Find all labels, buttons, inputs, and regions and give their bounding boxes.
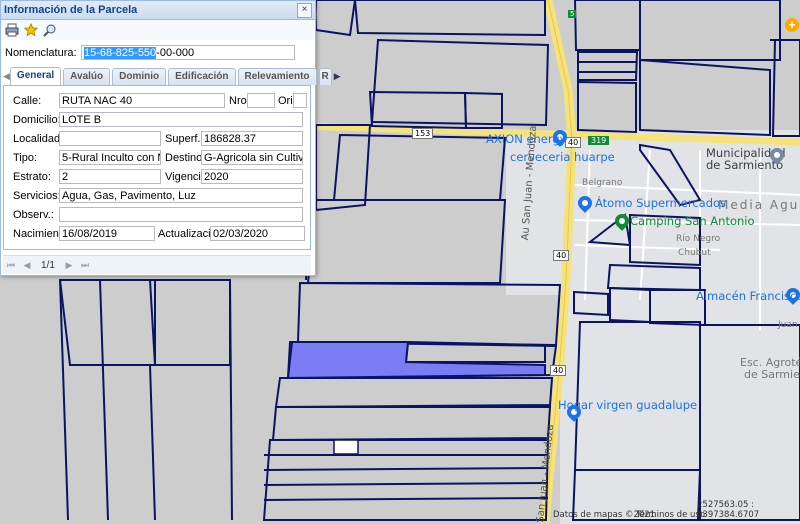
calle-field[interactable]: RUTA NAC 40 [59, 93, 225, 108]
vigencia-label: Vigencia [165, 170, 207, 183]
localidad-label: Localidad: [13, 132, 64, 145]
destino-field[interactable]: G-Agricola sin Cultivo [201, 150, 303, 165]
tab-dominio[interactable]: Dominio [112, 68, 167, 85]
window-toolbar [1, 20, 315, 40]
tab-relevamiento[interactable]: Relevamiento [237, 68, 317, 85]
route-40-shield-b: 40 [550, 365, 567, 376]
poi-almacen[interactable]: Almacén Francisco [696, 289, 800, 303]
poi-esc-2[interactable]: de Sarmien [744, 368, 800, 381]
nomenclatura-selection: 15-68-825-550 [84, 47, 157, 59]
map-terms-link[interactable]: Términos de uso [636, 510, 705, 520]
route-319-shield: 319 [588, 136, 610, 145]
nacimiento-label: Nacimiento: [13, 227, 72, 240]
superf-field[interactable]: 186828.37 [201, 131, 303, 146]
nro-label: Nro [229, 94, 247, 107]
first-page-icon[interactable]: ⏮ [3, 257, 19, 273]
tipo-field[interactable]: 5-Rural Inculto con Mejoras [59, 150, 161, 165]
nacimiento-field[interactable]: 16/08/2019 [59, 226, 155, 241]
estrato-field[interactable]: 2 [59, 169, 161, 184]
street-rio-negro: Río Negro [676, 234, 721, 244]
poi-hogar[interactable]: Hogar virgen guadalupe [558, 398, 697, 412]
street-juan: Juan X [778, 320, 800, 330]
route-top-shield: 5 [568, 10, 577, 18]
tab-scroll-left-icon[interactable]: ◀ [3, 68, 10, 85]
observ-field[interactable] [59, 207, 303, 222]
tipo-label: Tipo: [13, 151, 38, 164]
prev-page-icon[interactable]: ◀ [19, 257, 35, 273]
nomenclatura-rest: -00-000 [156, 47, 195, 59]
small-parcel [333, 439, 359, 455]
street-belgrano: Belgrano [582, 178, 623, 188]
vigencia-field[interactable]: 2020 [201, 169, 303, 184]
route-153-shield: 153 [412, 128, 434, 139]
tab-r[interactable]: R [318, 68, 332, 85]
print-icon[interactable] [4, 22, 20, 38]
domicilio-label: Domicilio: [13, 113, 61, 126]
tab-scroll-right-icon[interactable]: ▶ [334, 68, 341, 85]
window-title: Información de la Parcela [4, 4, 138, 16]
actualizacion-label: Actualización [158, 227, 223, 240]
next-page-icon[interactable]: ▶ [61, 257, 77, 273]
actualizacion-field[interactable]: 02/03/2020 [210, 226, 305, 241]
route-40-shield-c: 40 [553, 250, 570, 261]
town-name: Media Agua [718, 198, 800, 212]
nomenclatura-label: Nomenclatura: [5, 46, 77, 59]
zoom-icon[interactable] [42, 22, 58, 38]
ori-field[interactable] [293, 93, 307, 108]
star-icon[interactable] [23, 22, 39, 38]
observ-label: Observ.: [13, 208, 54, 221]
close-button[interactable]: × [297, 2, 312, 18]
map-add-button[interactable]: + [785, 18, 799, 32]
tab-general[interactable]: General [9, 67, 62, 85]
localidad-field[interactable] [59, 131, 161, 146]
superf-label: Superf. [165, 132, 201, 145]
poi-atomo[interactable]: Átomo Supermercados [595, 196, 726, 210]
domicilio-field[interactable]: LOTE B [59, 112, 303, 127]
parcel-info-window[interactable]: Información de la Parcela × Nomenclatura… [0, 0, 341, 276]
window-titlebar[interactable]: Información de la Parcela × [1, 1, 315, 20]
servicios-field[interactable]: Agua, Gas, Pavimento, Luz [59, 188, 303, 203]
ori-label: Ori [278, 94, 293, 107]
map-coordinates: 2527563.05 : 6397384.6707 [697, 500, 760, 520]
pager: ⏮ ◀ 1/1 ▶ ⏭ [3, 255, 311, 274]
estrato-label: Estrato: [13, 170, 51, 183]
tab-avaluo[interactable]: Avalúo [63, 68, 111, 85]
servicios-label: Servicios: [13, 189, 61, 202]
route-40-shield-a: 40 [565, 137, 582, 148]
last-page-icon[interactable]: ⏭ [77, 257, 93, 273]
tab-edificacion[interactable]: Edificación [168, 68, 236, 85]
nomenclatura-field[interactable]: 15-68-825-550-00-000 [81, 45, 295, 60]
nro-field[interactable] [247, 93, 275, 108]
destino-label: Destino [165, 151, 203, 164]
street-chubut: Chubut [678, 248, 711, 258]
calle-label: Calle: [13, 94, 42, 107]
poi-camping[interactable]: Camping San Antonio [630, 214, 755, 228]
page-indicator: 1/1 [41, 259, 55, 271]
tab-strip: ◀ General Avalúo Dominio Edificación Rel… [3, 66, 341, 86]
